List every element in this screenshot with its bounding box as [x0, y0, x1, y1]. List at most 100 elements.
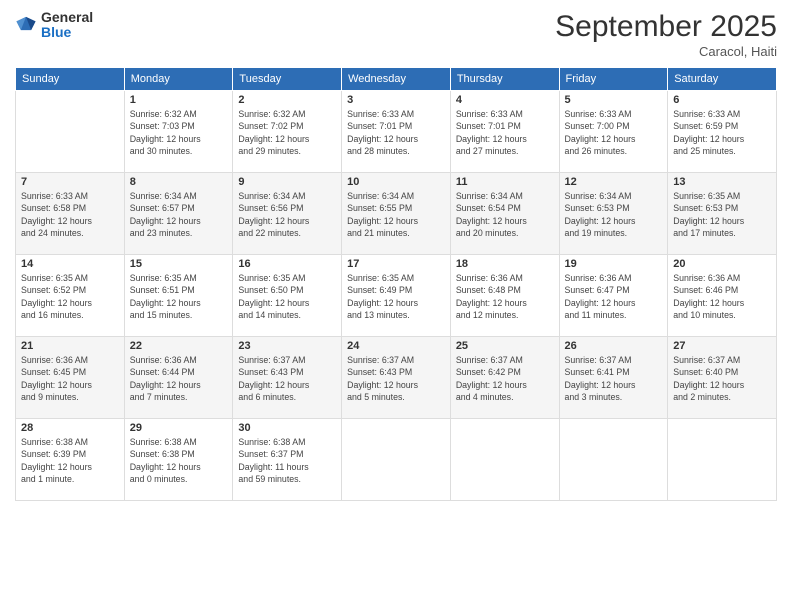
calendar-cell: 21 Sunrise: 6:36 AM Sunset: 6:45 PM Dayli…	[16, 337, 125, 419]
day-info: Sunrise: 6:35 AM Sunset: 6:49 PM Dayligh…	[347, 272, 445, 321]
day-number: 29	[130, 422, 228, 434]
logo-blue-text: Blue	[41, 25, 93, 40]
day-number: 14	[21, 258, 119, 270]
calendar-header-row: SundayMondayTuesdayWednesdayThursdayFrid…	[16, 68, 777, 91]
calendar-cell: 23 Sunrise: 6:37 AM Sunset: 6:43 PM Dayli…	[233, 337, 342, 419]
calendar-cell	[450, 419, 559, 501]
logo-text: General Blue	[41, 10, 93, 41]
calendar-cell: 14 Sunrise: 6:35 AM Sunset: 6:52 PM Dayli…	[16, 255, 125, 337]
calendar-cell	[668, 419, 777, 501]
day-number: 28	[21, 422, 119, 434]
calendar-cell: 24 Sunrise: 6:37 AM Sunset: 6:43 PM Dayli…	[342, 337, 451, 419]
column-header-tuesday: Tuesday	[233, 68, 342, 91]
calendar-cell: 6Sunrise: 6:33 AM Sunset: 6:59 PM Daylig…	[668, 91, 777, 173]
calendar-cell: 27 Sunrise: 6:37 AM Sunset: 6:40 PM Dayli…	[668, 337, 777, 419]
day-number: 12	[565, 176, 663, 188]
day-number: 5	[565, 94, 663, 106]
calendar-cell: 9Sunrise: 6:34 AM Sunset: 6:56 PM Daylig…	[233, 173, 342, 255]
day-number: 13	[673, 176, 771, 188]
calendar-table: SundayMondayTuesdayWednesdayThursdayFrid…	[15, 67, 777, 501]
calendar-week-row: 7Sunrise: 6:33 AM Sunset: 6:58 PM Daylig…	[16, 173, 777, 255]
day-number: 15	[130, 258, 228, 270]
column-header-friday: Friday	[559, 68, 668, 91]
day-info: Sunrise: 6:34 AM Sunset: 6:53 PM Dayligh…	[565, 190, 663, 239]
day-info: Sunrise: 6:33 AM Sunset: 7:00 PM Dayligh…	[565, 108, 663, 157]
header: General Blue September 2025 Caracol, Hai…	[15, 10, 777, 59]
calendar-week-row: 1Sunrise: 6:32 AM Sunset: 7:03 PM Daylig…	[16, 91, 777, 173]
day-number: 19	[565, 258, 663, 270]
calendar-cell	[342, 419, 451, 501]
day-info: Sunrise: 6:35 AM Sunset: 6:50 PM Dayligh…	[238, 272, 336, 321]
calendar-cell: 3Sunrise: 6:33 AM Sunset: 7:01 PM Daylig…	[342, 91, 451, 173]
day-info: Sunrise: 6:38 AM Sunset: 6:38 PM Dayligh…	[130, 436, 228, 485]
day-number: 23	[238, 340, 336, 352]
day-number: 20	[673, 258, 771, 270]
day-number: 18	[456, 258, 554, 270]
day-info: Sunrise: 6:36 AM Sunset: 6:44 PM Dayligh…	[130, 354, 228, 403]
day-number: 6	[673, 94, 771, 106]
day-number: 17	[347, 258, 445, 270]
day-info: Sunrise: 6:35 AM Sunset: 6:53 PM Dayligh…	[673, 190, 771, 239]
day-number: 9	[238, 176, 336, 188]
month-title: September 2025	[555, 10, 777, 44]
calendar-cell: 29 Sunrise: 6:38 AM Sunset: 6:38 PM Dayli…	[124, 419, 233, 501]
day-info: Sunrise: 6:36 AM Sunset: 6:45 PM Dayligh…	[21, 354, 119, 403]
day-number: 22	[130, 340, 228, 352]
day-number: 4	[456, 94, 554, 106]
day-number: 16	[238, 258, 336, 270]
day-info: Sunrise: 6:36 AM Sunset: 6:47 PM Dayligh…	[565, 272, 663, 321]
calendar-cell: 25 Sunrise: 6:37 AM Sunset: 6:42 PM Dayli…	[450, 337, 559, 419]
day-info: Sunrise: 6:36 AM Sunset: 6:46 PM Dayligh…	[673, 272, 771, 321]
calendar-cell: 20 Sunrise: 6:36 AM Sunset: 6:46 PM Dayli…	[668, 255, 777, 337]
page: General Blue September 2025 Caracol, Hai…	[0, 0, 792, 612]
day-info: Sunrise: 6:38 AM Sunset: 6:37 PM Dayligh…	[238, 436, 336, 485]
calendar-week-row: 28 Sunrise: 6:38 AM Sunset: 6:39 PM Dayli…	[16, 419, 777, 501]
calendar-cell: 16 Sunrise: 6:35 AM Sunset: 6:50 PM Dayli…	[233, 255, 342, 337]
calendar-cell: 15 Sunrise: 6:35 AM Sunset: 6:51 PM Dayli…	[124, 255, 233, 337]
day-info: Sunrise: 6:32 AM Sunset: 7:02 PM Dayligh…	[238, 108, 336, 157]
calendar-cell: 7Sunrise: 6:33 AM Sunset: 6:58 PM Daylig…	[16, 173, 125, 255]
day-info: Sunrise: 6:37 AM Sunset: 6:43 PM Dayligh…	[238, 354, 336, 403]
day-info: Sunrise: 6:37 AM Sunset: 6:43 PM Dayligh…	[347, 354, 445, 403]
day-info: Sunrise: 6:35 AM Sunset: 6:51 PM Dayligh…	[130, 272, 228, 321]
day-info: Sunrise: 6:37 AM Sunset: 6:40 PM Dayligh…	[673, 354, 771, 403]
calendar-cell: 13 Sunrise: 6:35 AM Sunset: 6:53 PM Dayli…	[668, 173, 777, 255]
day-number: 24	[347, 340, 445, 352]
day-info: Sunrise: 6:32 AM Sunset: 7:03 PM Dayligh…	[130, 108, 228, 157]
calendar-cell: 2Sunrise: 6:32 AM Sunset: 7:02 PM Daylig…	[233, 91, 342, 173]
day-info: Sunrise: 6:33 AM Sunset: 7:01 PM Dayligh…	[456, 108, 554, 157]
column-header-monday: Monday	[124, 68, 233, 91]
day-info: Sunrise: 6:34 AM Sunset: 6:54 PM Dayligh…	[456, 190, 554, 239]
day-info: Sunrise: 6:37 AM Sunset: 6:41 PM Dayligh…	[565, 354, 663, 403]
location-subtitle: Caracol, Haiti	[555, 44, 777, 59]
day-info: Sunrise: 6:36 AM Sunset: 6:48 PM Dayligh…	[456, 272, 554, 321]
calendar-cell: 1Sunrise: 6:32 AM Sunset: 7:03 PM Daylig…	[124, 91, 233, 173]
calendar-cell: 12 Sunrise: 6:34 AM Sunset: 6:53 PM Dayli…	[559, 173, 668, 255]
calendar-cell	[559, 419, 668, 501]
calendar-cell: 8Sunrise: 6:34 AM Sunset: 6:57 PM Daylig…	[124, 173, 233, 255]
day-number: 21	[21, 340, 119, 352]
day-number: 11	[456, 176, 554, 188]
calendar-cell: 11 Sunrise: 6:34 AM Sunset: 6:54 PM Dayli…	[450, 173, 559, 255]
day-info: Sunrise: 6:34 AM Sunset: 6:55 PM Dayligh…	[347, 190, 445, 239]
title-section: September 2025 Caracol, Haiti	[555, 10, 777, 59]
logo-general-text: General	[41, 10, 93, 25]
calendar-cell: 26Sunrise: 6:37 AM Sunset: 6:41 PM Dayli…	[559, 337, 668, 419]
calendar-cell: 17 Sunrise: 6:35 AM Sunset: 6:49 PM Dayli…	[342, 255, 451, 337]
day-number: 27	[673, 340, 771, 352]
calendar-cell: 4 Sunrise: 6:33 AM Sunset: 7:01 PM Daylig…	[450, 91, 559, 173]
calendar-cell: 5 Sunrise: 6:33 AM Sunset: 7:00 PM Daylig…	[559, 91, 668, 173]
column-header-thursday: Thursday	[450, 68, 559, 91]
calendar-cell: 18 Sunrise: 6:36 AM Sunset: 6:48 PM Dayli…	[450, 255, 559, 337]
day-number: 25	[456, 340, 554, 352]
day-info: Sunrise: 6:37 AM Sunset: 6:42 PM Dayligh…	[456, 354, 554, 403]
day-info: Sunrise: 6:38 AM Sunset: 6:39 PM Dayligh…	[21, 436, 119, 485]
day-number: 3	[347, 94, 445, 106]
calendar-cell: 19 Sunrise: 6:36 AM Sunset: 6:47 PM Dayli…	[559, 255, 668, 337]
day-number: 7	[21, 176, 119, 188]
calendar-cell: 30Sunrise: 6:38 AM Sunset: 6:37 PM Dayli…	[233, 419, 342, 501]
calendar-week-row: 21 Sunrise: 6:36 AM Sunset: 6:45 PM Dayli…	[16, 337, 777, 419]
calendar-cell: 10Sunrise: 6:34 AM Sunset: 6:55 PM Dayli…	[342, 173, 451, 255]
column-header-sunday: Sunday	[16, 68, 125, 91]
day-info: Sunrise: 6:35 AM Sunset: 6:52 PM Dayligh…	[21, 272, 119, 321]
